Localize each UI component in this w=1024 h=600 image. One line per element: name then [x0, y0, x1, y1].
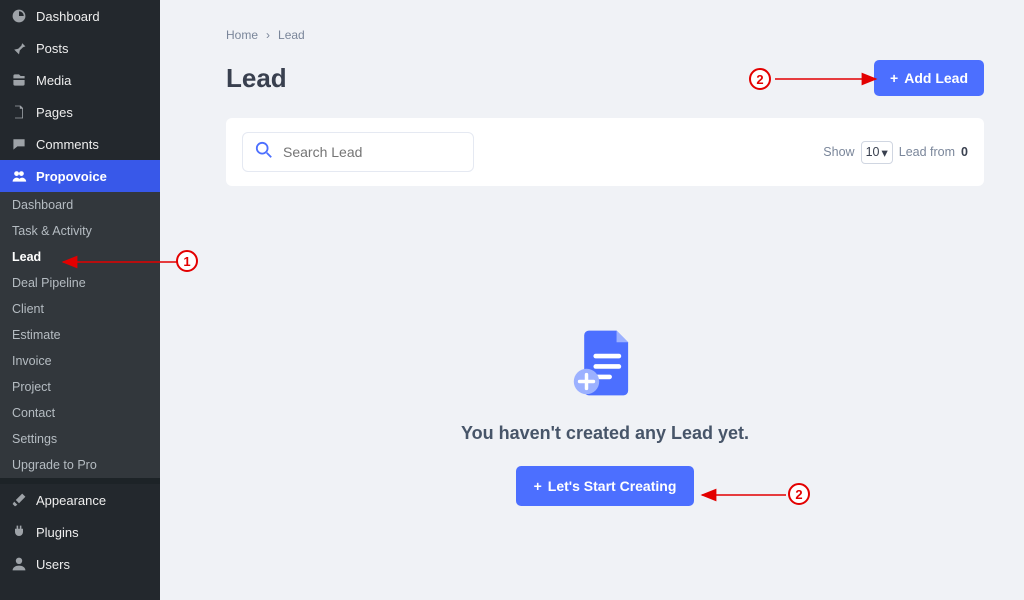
search-input[interactable]	[283, 144, 461, 160]
total-count: 0	[961, 145, 968, 159]
start-creating-button[interactable]: + Let's Start Creating	[516, 466, 695, 506]
submenu-item-project[interactable]: Project	[0, 374, 160, 400]
submenu-item-dashboard[interactable]: Dashboard	[0, 192, 160, 218]
submenu-item-upgrade[interactable]: Upgrade to Pro	[0, 452, 160, 478]
submenu-item-deal-pipeline[interactable]: Deal Pipeline	[0, 270, 160, 296]
sidebar-item-dashboard[interactable]: Dashboard	[0, 0, 160, 32]
dashboard-icon	[10, 7, 28, 25]
sidebar-item-label: Dashboard	[36, 9, 100, 24]
admin-sidebar: Dashboard Posts Media Pages Comments Pro…	[0, 0, 160, 600]
sidebar-item-posts[interactable]: Posts	[0, 32, 160, 64]
submenu-item-settings[interactable]: Settings	[0, 426, 160, 452]
per-page-select[interactable]: 10 ▾	[861, 141, 893, 164]
plus-icon: +	[534, 478, 542, 494]
show-label: Show	[823, 145, 854, 159]
document-plus-icon	[568, 326, 642, 405]
breadcrumb: Home › Lead	[226, 28, 984, 42]
pagination-summary: Show 10 ▾ Lead from 0	[823, 141, 968, 164]
empty-message: You haven't created any Lead yet.	[461, 423, 749, 444]
sidebar-item-label: Plugins	[36, 525, 79, 540]
chevron-down-icon: ▾	[881, 145, 887, 160]
submenu-item-contact[interactable]: Contact	[0, 400, 160, 426]
start-creating-label: Let's Start Creating	[548, 478, 677, 494]
sidebar-item-pages[interactable]: Pages	[0, 96, 160, 128]
page-icon	[10, 103, 28, 121]
page-title: Lead	[226, 63, 287, 94]
sidebar-item-comments[interactable]: Comments	[0, 128, 160, 160]
media-icon	[10, 71, 28, 89]
sidebar-item-label: Pages	[36, 105, 73, 120]
pin-icon	[10, 39, 28, 57]
sidebar-item-appearance[interactable]: Appearance	[0, 484, 160, 516]
sidebar-item-label: Propovoice	[36, 169, 107, 184]
group-icon	[10, 167, 28, 185]
title-bar: Lead + Add Lead	[226, 60, 984, 96]
plug-icon	[10, 523, 28, 541]
submenu-item-estimate[interactable]: Estimate	[0, 322, 160, 348]
chevron-right-icon: ›	[266, 28, 270, 42]
breadcrumb-current: Lead	[278, 28, 305, 42]
search-box[interactable]	[242, 132, 474, 172]
submenu-item-client[interactable]: Client	[0, 296, 160, 322]
submenu-item-lead[interactable]: Lead	[0, 244, 160, 270]
plus-icon: +	[890, 70, 898, 86]
propovoice-submenu: Dashboard Task & Activity Lead Deal Pipe…	[0, 192, 160, 478]
sidebar-item-label: Appearance	[36, 493, 106, 508]
main-content: Home › Lead Lead + Add Lead Show 10 ▾ Le…	[160, 0, 1024, 600]
comment-icon	[10, 135, 28, 153]
add-lead-button[interactable]: + Add Lead	[874, 60, 984, 96]
submenu-item-invoice[interactable]: Invoice	[0, 348, 160, 374]
brush-icon	[10, 491, 28, 509]
per-page-value: 10	[866, 145, 880, 159]
sidebar-item-label: Users	[36, 557, 70, 572]
toolbar-card: Show 10 ▾ Lead from 0	[226, 118, 984, 186]
sidebar-item-label: Posts	[36, 41, 69, 56]
user-icon	[10, 555, 28, 573]
entity-label: Lead from	[899, 145, 955, 159]
sidebar-item-propovoice[interactable]: Propovoice	[0, 160, 160, 192]
submenu-item-task-activity[interactable]: Task & Activity	[0, 218, 160, 244]
sidebar-item-label: Media	[36, 73, 71, 88]
empty-state: You haven't created any Lead yet. + Let'…	[226, 206, 984, 506]
add-lead-label: Add Lead	[904, 70, 968, 86]
breadcrumb-home[interactable]: Home	[226, 28, 258, 42]
sidebar-item-label: Comments	[36, 137, 99, 152]
sidebar-item-users[interactable]: Users	[0, 548, 160, 580]
sidebar-item-media[interactable]: Media	[0, 64, 160, 96]
search-icon	[255, 141, 273, 164]
sidebar-item-plugins[interactable]: Plugins	[0, 516, 160, 548]
